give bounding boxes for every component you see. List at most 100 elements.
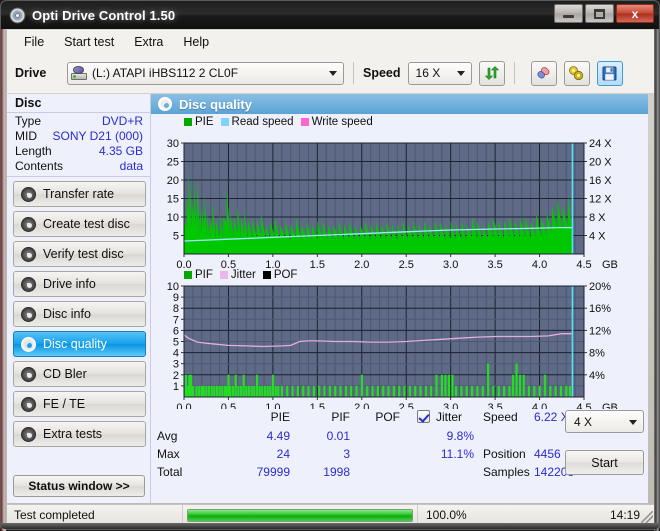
sidebar-item-fe-te[interactable]: FE / TE bbox=[13, 391, 146, 417]
disc-type-label: Type bbox=[15, 113, 42, 128]
test-speed-select[interactable]: 4 X bbox=[565, 410, 644, 433]
status-window-button[interactable]: Status window >> bbox=[13, 475, 145, 497]
maximize-button[interactable] bbox=[585, 4, 614, 23]
svg-text:16 X: 16 X bbox=[589, 175, 612, 187]
disc-icon bbox=[21, 336, 36, 352]
pie-total-value: 79999 bbox=[256, 465, 290, 479]
window-bottom-edge bbox=[1, 523, 659, 529]
status-text: Test completed bbox=[14, 508, 95, 522]
sidebar-item-create-test-disc[interactable]: Create test disc bbox=[13, 211, 146, 237]
tools-button[interactable] bbox=[563, 60, 590, 86]
disc-section-header: Disc bbox=[7, 94, 150, 113]
sidebar-item-disc-quality[interactable]: Disc quality bbox=[13, 331, 146, 357]
svg-text:3.0: 3.0 bbox=[443, 259, 458, 269]
svg-text:0.5: 0.5 bbox=[221, 259, 236, 269]
menu-help[interactable]: Help bbox=[174, 32, 218, 52]
svg-text:3: 3 bbox=[173, 359, 179, 371]
disc-mid-label: MID bbox=[15, 128, 37, 143]
jitter-checkbox[interactable] bbox=[417, 410, 430, 423]
pie-chart-legend: PIE Read speed Write speed bbox=[184, 116, 373, 128]
sidebar-item-cd-bler[interactable]: CD Bler bbox=[13, 361, 146, 387]
refresh-button[interactable] bbox=[478, 60, 505, 86]
legend-swatch bbox=[184, 271, 192, 279]
sidebar-item-label: Verify test disc bbox=[43, 247, 124, 261]
sidebar-item-label: Transfer rate bbox=[43, 187, 115, 201]
svg-text:4.5: 4.5 bbox=[576, 259, 591, 269]
svg-text:9: 9 bbox=[173, 292, 179, 304]
samples-label: Samples bbox=[483, 465, 530, 479]
application-window: Opti Drive Control 1.50 x File Start tes… bbox=[0, 0, 660, 531]
svg-text:20 X: 20 X bbox=[589, 157, 612, 169]
sidebar-item-label: Extra tests bbox=[43, 427, 103, 441]
row-header-total: Total bbox=[157, 465, 183, 479]
chevron-down-icon bbox=[456, 71, 465, 76]
legend-item: Read speed bbox=[220, 116, 294, 128]
disc-icon bbox=[21, 396, 36, 412]
jitter-max-value: 11.1% bbox=[440, 447, 474, 461]
title-bar: Opti Drive Control 1.50 x bbox=[1, 1, 659, 29]
sidebar-item-disc-info[interactable]: Disc info bbox=[13, 301, 146, 327]
pif-max-value: 3 bbox=[343, 447, 350, 461]
col-header-jitter: Jitter bbox=[436, 410, 463, 424]
disc-contents-value: data bbox=[119, 158, 143, 173]
progress-cell bbox=[182, 505, 417, 525]
menu-extra[interactable]: Extra bbox=[125, 32, 172, 52]
menu-bar: File Start test Extra Help bbox=[6, 30, 656, 53]
sidebar-item-label: Disc quality bbox=[43, 337, 107, 351]
progress-fill bbox=[188, 509, 412, 521]
sidebar-item-verify-test-disc[interactable]: Verify test disc bbox=[13, 241, 146, 267]
svg-text:8: 8 bbox=[173, 303, 179, 315]
sidebar-nav: Transfer rate Create test disc Verify te… bbox=[7, 177, 150, 447]
pie-chart-canvas: 0.0 0.5 1.0 1.5 2.0 2.5 3.0 3.5 4.0 4.5 GB 5 10 15 20 2… bbox=[167, 138, 618, 269]
legend-swatch bbox=[220, 118, 229, 126]
menu-file[interactable]: File bbox=[15, 32, 53, 52]
disc-icon bbox=[21, 366, 36, 382]
legend-swatch bbox=[184, 118, 192, 126]
sidebar-item-extra-tests[interactable]: Extra tests bbox=[13, 421, 146, 447]
jitter-avg-value: 9.8% bbox=[446, 429, 474, 443]
drive-select[interactable]: (L:) ATAPI iHBS112 2 CL0F bbox=[67, 61, 344, 85]
svg-text:4.0: 4.0 bbox=[532, 259, 547, 269]
sidebar-item-transfer-rate[interactable]: Transfer rate bbox=[13, 181, 146, 207]
window-right-edge bbox=[654, 29, 659, 531]
pif-chart-legend: PIF Jitter POF bbox=[184, 269, 297, 281]
save-button[interactable] bbox=[596, 60, 623, 86]
svg-text:16%: 16% bbox=[589, 303, 611, 315]
disc-type-value: DVD+R bbox=[101, 113, 143, 128]
close-button[interactable]: x bbox=[616, 4, 654, 23]
disc-info-row-type: Type DVD+R bbox=[7, 113, 150, 128]
disc-contents-label: Contents bbox=[15, 158, 64, 173]
menu-start-test[interactable]: Start test bbox=[55, 32, 123, 52]
legend-label: PIE bbox=[195, 116, 214, 128]
legend-swatch bbox=[219, 271, 228, 279]
sidebar-item-label: Drive info bbox=[43, 277, 96, 291]
erase-button[interactable] bbox=[530, 60, 557, 86]
row-header-avg: Avg bbox=[157, 429, 178, 443]
legend-item: POF bbox=[262, 269, 297, 281]
minimize-button[interactable] bbox=[554, 4, 583, 23]
legend-swatch bbox=[262, 271, 271, 279]
toolbar-divider-2 bbox=[513, 62, 515, 84]
speed-select[interactable]: 16 X bbox=[407, 61, 472, 85]
svg-text:2.0: 2.0 bbox=[354, 259, 369, 269]
svg-text:1.5: 1.5 bbox=[310, 259, 325, 269]
sidebar-item-label: CD Bler bbox=[43, 367, 87, 381]
legend-swatch bbox=[300, 118, 309, 126]
progress-bar bbox=[187, 508, 413, 522]
disc-icon bbox=[21, 306, 36, 322]
disc-length-label: Length bbox=[15, 143, 52, 158]
resize-grip[interactable] bbox=[641, 511, 653, 523]
window-controls: x bbox=[554, 4, 654, 23]
legend-label: Write speed bbox=[311, 116, 373, 128]
status-bar: Test completed 100.0% 14:19 bbox=[6, 504, 656, 525]
speed-stat-label: Speed bbox=[483, 410, 518, 424]
row-header-max: Max bbox=[157, 447, 180, 461]
toolbar-divider-1 bbox=[353, 62, 354, 84]
pif-avg-value: 0.01 bbox=[326, 429, 350, 443]
sidebar-item-label: Disc info bbox=[43, 307, 91, 321]
sidebar-item-drive-info[interactable]: Drive info bbox=[13, 271, 146, 297]
start-button[interactable]: Start bbox=[565, 450, 644, 475]
disc-quality-header: Disc quality bbox=[151, 94, 648, 114]
legend-item: Write speed bbox=[300, 116, 373, 128]
test-speed-value: 4 X bbox=[574, 414, 593, 429]
